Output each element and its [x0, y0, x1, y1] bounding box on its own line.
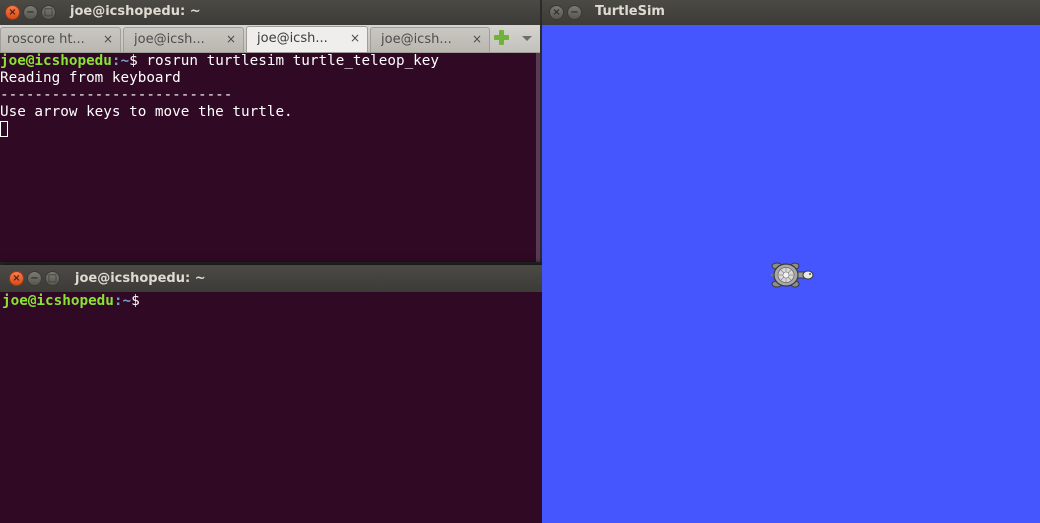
prompt-symbol: $ [129, 53, 147, 69]
tab-label: joe@icsh... [381, 32, 452, 47]
tab-close-icon[interactable]: × [350, 31, 360, 45]
maximize-icon[interactable]: □ [45, 271, 60, 286]
output-line: --------------------------- [0, 87, 233, 103]
close-icon[interactable]: × [9, 271, 24, 286]
tab-label: roscore ht... [7, 32, 85, 47]
scrollbar[interactable] [536, 53, 540, 262]
window-controls: × − □ [5, 5, 56, 20]
tab-close-icon[interactable]: × [103, 32, 113, 46]
prompt-path: :~ [111, 53, 130, 69]
turtlesim-window[interactable]: × − TurtleSim [542, 0, 1040, 523]
close-icon[interactable]: × [549, 5, 564, 20]
title-bar[interactable]: × − □ joe@icshopedu: ~ [0, 265, 543, 292]
turtle-icon [770, 262, 814, 288]
tab-close-icon[interactable]: × [226, 32, 236, 46]
window-title: joe@icshopedu: ~ [75, 271, 206, 286]
maximize-icon[interactable]: □ [41, 5, 56, 20]
output-line: Use arrow keys to move the turtle. [0, 104, 293, 120]
prompt-path: :~ [113, 293, 132, 309]
tab-label: joe@icsh... [134, 32, 205, 47]
minimize-icon[interactable]: − [567, 5, 582, 20]
minimize-icon[interactable]: − [23, 5, 38, 20]
prompt-user: joe@icshopedu [0, 53, 112, 69]
tab-terminal-4[interactable]: joe@icsh... × [370, 27, 490, 52]
window-title: TurtleSim [595, 4, 665, 19]
minimize-icon[interactable]: − [27, 271, 42, 286]
prompt-user: joe@icshopedu [2, 293, 114, 309]
text-cursor [0, 121, 8, 137]
tab-roscore[interactable]: roscore ht... × [0, 27, 121, 52]
tab-close-icon[interactable]: × [472, 32, 482, 46]
tab-menu-dropdown-icon[interactable] [522, 36, 532, 41]
tab-terminal-2[interactable]: joe@icsh... × [123, 27, 244, 52]
close-icon[interactable]: × [5, 5, 20, 20]
window-title: joe@icshopedu: ~ [70, 4, 201, 19]
turtlesim-canvas [542, 25, 1040, 523]
prompt-symbol: $ [131, 293, 140, 309]
command-text: rosrun turtlesim turtle_teleop_key [146, 53, 439, 69]
title-bar[interactable]: × − □ joe@icshopedu: ~ [0, 0, 540, 25]
window-controls: × − [549, 5, 582, 20]
output-line: Reading from keyboard [0, 70, 181, 86]
terminal-output[interactable]: joe@icshopedu:~$ [2, 293, 140, 310]
terminal-window-shell[interactable]: × − □ joe@icshopedu: ~ joe@icshopedu:~$ [0, 265, 545, 523]
new-tab-plus-icon[interactable] [493, 29, 510, 46]
terminal-output[interactable]: joe@icshopedu:~$ rosrun turtlesim turtle… [0, 53, 439, 139]
terminal-window-teleop[interactable]: × − □ joe@icshopedu: ~ roscore ht... × j… [0, 0, 540, 262]
window-controls: × − □ [9, 271, 60, 286]
title-bar[interactable]: × − TurtleSim [542, 0, 1040, 25]
tab-bar: roscore ht... × joe@icsh... × joe@icsh..… [0, 25, 540, 53]
tab-terminal-3-active[interactable]: joe@icsh... × [246, 26, 368, 52]
tab-label: joe@icsh... [257, 31, 328, 46]
